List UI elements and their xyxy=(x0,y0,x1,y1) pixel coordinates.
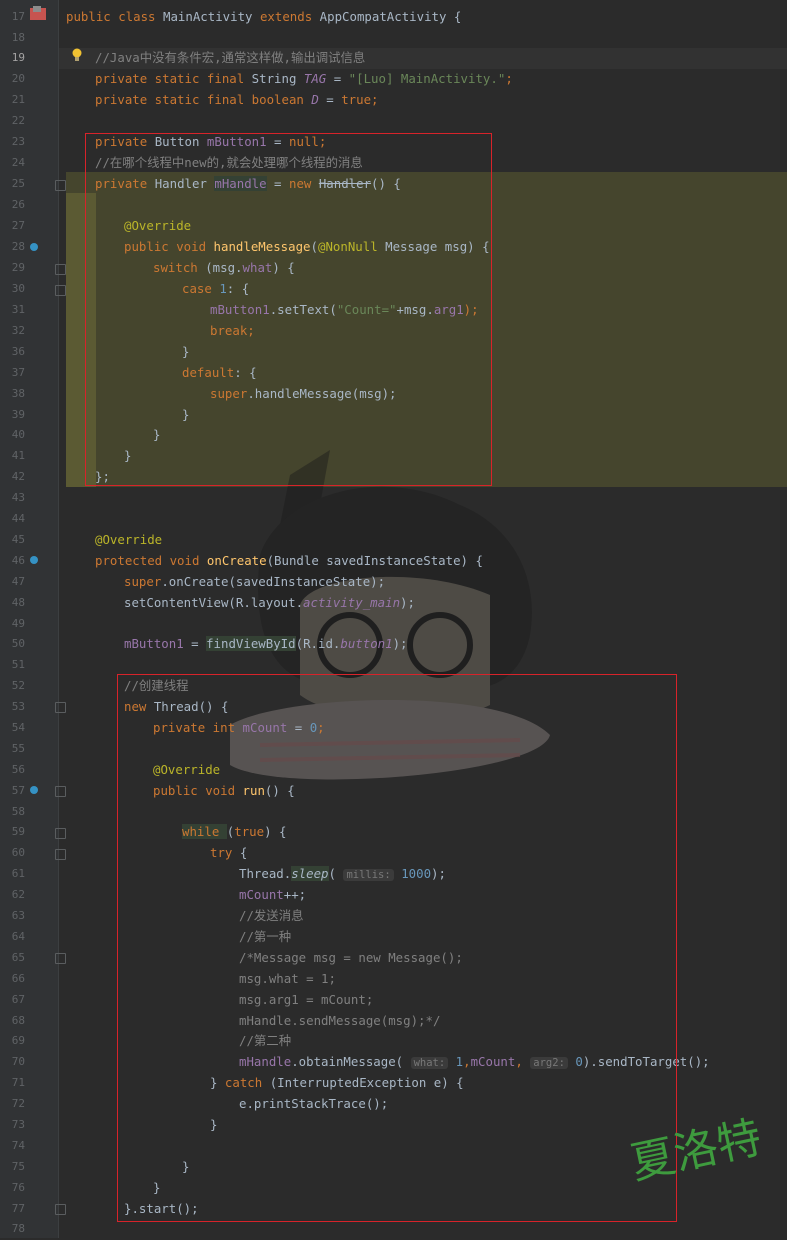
line-number: 46 xyxy=(11,554,25,567)
line-number: 18 xyxy=(11,31,25,44)
code-line: 49 xyxy=(0,614,787,635)
line-number: 39 xyxy=(11,408,25,421)
line-number: 21 xyxy=(11,93,25,106)
line-number: 50 xyxy=(11,637,25,650)
code-line: 18 xyxy=(0,28,787,49)
line-number: 19 xyxy=(11,51,25,64)
line-number: 58 xyxy=(11,805,25,818)
line-number: 51 xyxy=(11,658,25,671)
code-line: 17 public class MainActivity extends App… xyxy=(0,7,787,28)
line-number: 72 xyxy=(11,1097,25,1110)
line-number: 27 xyxy=(11,219,25,232)
line-number: 63 xyxy=(11,909,25,922)
line-number: 66 xyxy=(11,972,25,985)
line-number: 23 xyxy=(11,135,25,148)
code-editor[interactable]: 17 public class MainActivity extends App… xyxy=(0,0,787,1238)
line-number: 37 xyxy=(11,366,25,379)
code-line: 47 super.onCreate(savedInstanceState); xyxy=(0,572,787,593)
line-number: 77 xyxy=(11,1202,25,1215)
line-number: 45 xyxy=(11,533,25,546)
line-number: 26 xyxy=(11,198,25,211)
line-number: 74 xyxy=(11,1139,25,1152)
line-number: 70 xyxy=(11,1055,25,1068)
line-number: 71 xyxy=(11,1076,25,1089)
line-number: 68 xyxy=(11,1014,25,1027)
line-number: 47 xyxy=(11,575,25,588)
line-number: 25 xyxy=(11,177,25,190)
line-number: 41 xyxy=(11,449,25,462)
line-number: 53 xyxy=(11,700,25,713)
line-number: 30 xyxy=(11,282,25,295)
line-number: 61 xyxy=(11,867,25,880)
line-number: 43 xyxy=(11,491,25,504)
line-number: 52 xyxy=(11,679,25,692)
line-number: 48 xyxy=(11,596,25,609)
line-number: 59 xyxy=(11,825,25,838)
code-line: 21 private static final boolean D = true… xyxy=(0,90,787,111)
code-line: 45 @Override xyxy=(0,530,787,551)
line-number: 69 xyxy=(11,1034,25,1047)
code-line: 78 xyxy=(0,1219,787,1240)
line-number: 75 xyxy=(11,1160,25,1173)
line-number: 40 xyxy=(11,428,25,441)
svg-text:夏洛特: 夏洛特 xyxy=(626,1112,766,1185)
line-number: 29 xyxy=(11,261,25,274)
code-line: 19 //Java中没有条件宏,通常这样做,输出调试信息 xyxy=(0,48,787,69)
line-number: 28 xyxy=(11,240,25,253)
line-number: 44 xyxy=(11,512,25,525)
line-number: 62 xyxy=(11,888,25,901)
line-number: 22 xyxy=(11,114,25,127)
code-line: 50 mButton1 = findViewById(R.id.button1)… xyxy=(0,634,787,655)
code-line: 22 xyxy=(0,111,787,132)
line-number: 57 xyxy=(11,784,25,797)
line-number: 49 xyxy=(11,617,25,630)
signature-watermark: 夏洛特 xyxy=(626,1112,766,1185)
line-number: 36 xyxy=(11,345,25,358)
code-line: 51 xyxy=(0,655,787,676)
line-number: 55 xyxy=(11,742,25,755)
code-line: 20 private static final String TAG = "[L… xyxy=(0,69,787,90)
line-number: 31 xyxy=(11,303,25,316)
line-number: 76 xyxy=(11,1181,25,1194)
line-number: 65 xyxy=(11,951,25,964)
line-number: 54 xyxy=(11,721,25,734)
code-line: 43 xyxy=(0,488,787,509)
code-line: 46 protected void onCreate(Bundle savedI… xyxy=(0,551,787,572)
line-number: 24 xyxy=(11,156,25,169)
line-number: 42 xyxy=(11,470,25,483)
line-number: 73 xyxy=(11,1118,25,1131)
line-number: 60 xyxy=(11,846,25,859)
line-number: 38 xyxy=(11,387,25,400)
code-line: 48 setContentView(R.layout.activity_main… xyxy=(0,593,787,614)
code-line: 44 xyxy=(0,509,787,530)
line-number: 64 xyxy=(11,930,25,943)
line-number: 20 xyxy=(11,72,25,85)
line-number: 32 xyxy=(11,324,25,337)
line-number: 56 xyxy=(11,763,25,776)
line-number: 17 xyxy=(11,10,25,23)
line-number: 78 xyxy=(11,1222,25,1235)
line-number: 67 xyxy=(11,993,25,1006)
annotation-box-handler xyxy=(85,133,492,486)
